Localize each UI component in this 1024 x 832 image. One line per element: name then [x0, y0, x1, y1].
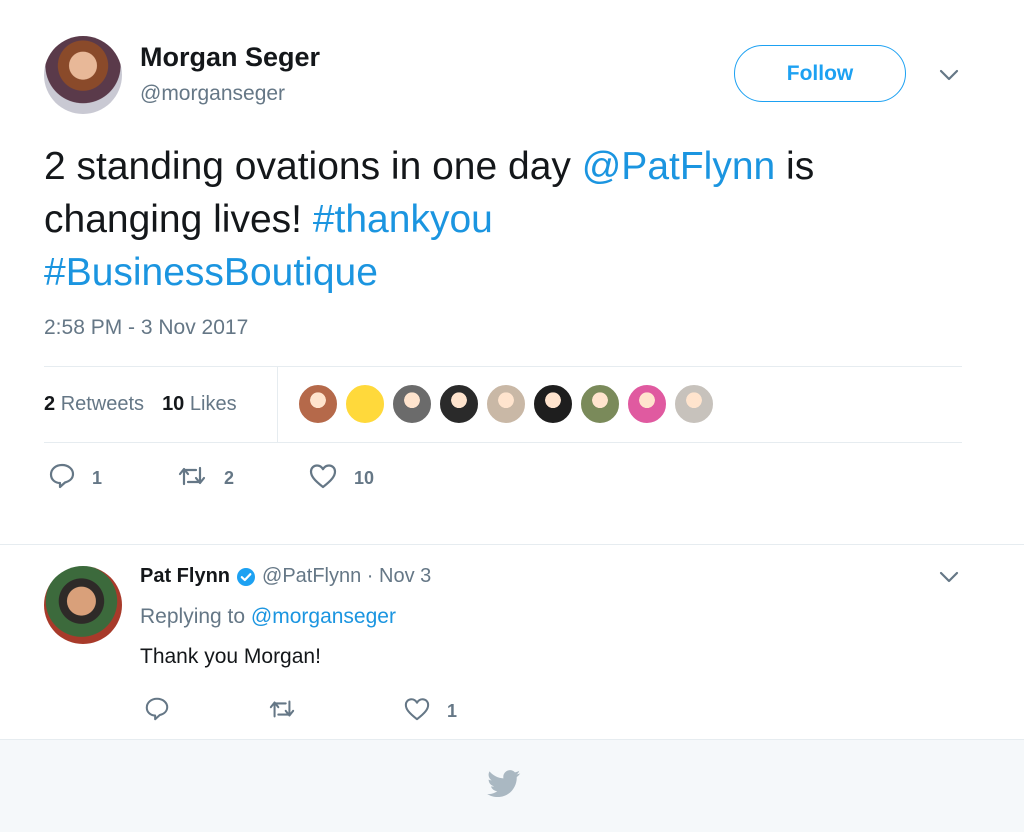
liker-avatar[interactable]	[674, 384, 714, 424]
stats-separator	[277, 366, 278, 442]
replying-to-link[interactable]: @morganseger	[251, 605, 396, 628]
retweets-label: Retweets	[60, 392, 145, 415]
liker-avatar[interactable]	[486, 384, 526, 424]
liker-avatar[interactable]	[439, 384, 479, 424]
verified-badge-icon	[236, 567, 256, 587]
liker-avatar[interactable]	[298, 384, 338, 424]
tweet-stats: 2 Retweets 10 Likes	[44, 366, 962, 442]
tweet-text-part: 2 standing ovations in one day	[44, 145, 582, 188]
twitter-bird-icon[interactable]	[487, 770, 521, 803]
retweet-action[interactable]: 2	[176, 462, 308, 495]
retweet-count: 2	[224, 468, 235, 488]
likers-list	[298, 384, 721, 424]
tweet-timestamp[interactable]: 2:58 PM - 3 Nov 2017	[44, 316, 248, 340]
heart-icon[interactable]	[308, 462, 338, 495]
reply-meta-separator: ·	[361, 565, 380, 587]
like-count: 1	[447, 701, 458, 721]
chevron-down-icon[interactable]	[936, 564, 962, 590]
liker-avatar[interactable]	[392, 384, 432, 424]
retweet-action[interactable]	[267, 696, 403, 727]
like-action[interactable]: 10	[308, 462, 374, 495]
divider	[0, 544, 1024, 545]
author-handle[interactable]: @morganseger	[140, 82, 285, 106]
follow-button[interactable]: Follow	[734, 45, 906, 102]
reply-author-avatar[interactable]	[44, 566, 122, 644]
main-tweet: Morgan Seger @morganseger Follow 2 stand…	[0, 0, 1024, 545]
reply-actions: 1	[144, 696, 457, 727]
likes-label: Likes	[189, 392, 237, 415]
reply-date[interactable]: Nov 3	[379, 565, 431, 588]
author-avatar[interactable]	[44, 36, 122, 114]
retweet-icon[interactable]	[267, 696, 297, 727]
like-action[interactable]: 1	[403, 696, 457, 727]
retweet-icon[interactable]	[176, 462, 208, 495]
reply-author-handle[interactable]: @PatFlynn	[262, 565, 361, 588]
replying-prefix: Replying to	[140, 605, 251, 628]
tweet-actions: 1 2 10	[48, 462, 374, 495]
tweet-text: 2 standing ovations in one day @PatFlynn…	[44, 140, 964, 299]
reply-icon[interactable]	[144, 696, 170, 727]
heart-icon[interactable]	[403, 696, 431, 727]
reply-header: Pat Flynn @PatFlynn · Nov 3	[140, 565, 431, 588]
reply-action[interactable]: 1	[48, 462, 176, 495]
liker-avatar[interactable]	[627, 384, 667, 424]
liker-avatar[interactable]	[580, 384, 620, 424]
chevron-down-icon[interactable]	[936, 62, 962, 88]
reply-author-name[interactable]: Pat Flynn	[140, 565, 230, 588]
liker-avatar[interactable]	[533, 384, 573, 424]
likes-stat[interactable]: 10 Likes	[162, 393, 237, 416]
divider	[44, 442, 962, 443]
liker-avatar[interactable]	[345, 384, 385, 424]
hashtag-link[interactable]: #BusinessBoutique	[44, 251, 378, 294]
reply-text: Thank you Morgan!	[140, 645, 321, 668]
replying-to: Replying to @morganseger	[140, 605, 396, 629]
author-name[interactable]: Morgan Seger	[140, 42, 320, 73]
like-count: 10	[354, 468, 375, 488]
retweets-stat[interactable]: 2 Retweets	[44, 393, 144, 416]
reply-action[interactable]	[144, 696, 267, 727]
mention-link[interactable]: @PatFlynn	[582, 145, 776, 188]
reply-icon[interactable]	[48, 462, 76, 495]
likes-count: 10	[162, 392, 185, 415]
reply-count: 1	[92, 468, 103, 488]
hashtag-link[interactable]: #thankyou	[313, 198, 493, 241]
retweets-count: 2	[44, 392, 56, 415]
